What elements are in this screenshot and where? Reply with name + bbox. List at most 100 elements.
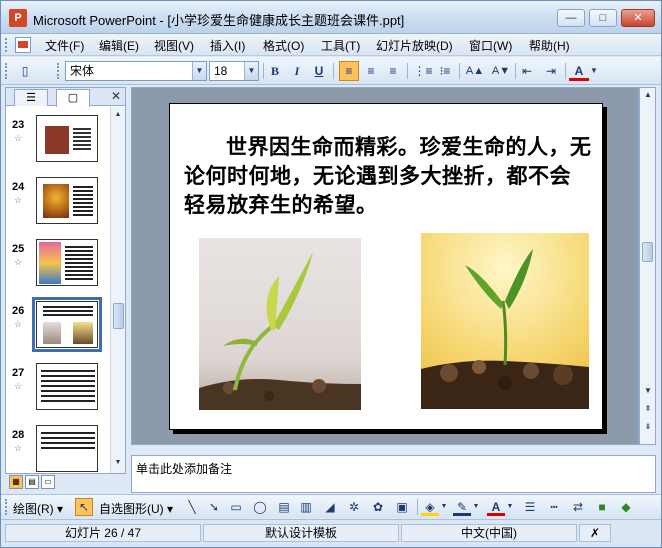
seedling-photo-right[interactable] xyxy=(421,233,589,409)
slide-thumbnail-23[interactable] xyxy=(36,115,98,162)
menu-format[interactable]: 格式(O) xyxy=(263,37,304,54)
pane-tabs: ☰ ▢ ✕ xyxy=(6,88,125,107)
slide-thumbnail-28[interactable] xyxy=(36,425,98,472)
autoshapes-menu-button[interactable]: 自选图形(U) ▾ xyxy=(99,500,173,517)
align-left-button[interactable]: ≡ xyxy=(339,61,359,81)
align-center-button[interactable]: ≡ xyxy=(361,61,381,81)
spelling-check-icon[interactable]: ✗ xyxy=(579,524,611,542)
new-document-icon[interactable]: ▯ xyxy=(15,61,35,81)
select-objects-icon[interactable]: ↖ xyxy=(75,498,93,516)
toolbar-grip-handle-2[interactable] xyxy=(57,63,60,79)
clip-art-icon[interactable]: ✿ xyxy=(369,498,387,516)
scrollbar-thumb[interactable] xyxy=(113,303,124,329)
close-button[interactable]: ✕ xyxy=(621,9,655,27)
menu-bar: 文件(F) 编辑(E) 视图(V) 插入(I) 格式(O) 工具(T) 幻灯片放… xyxy=(1,34,661,56)
align-right-button[interactable]: ≡ xyxy=(383,61,403,81)
slide-counter: 幻灯片 26 / 47 xyxy=(5,524,201,542)
tab-outline[interactable]: ☰ xyxy=(14,89,48,106)
line-color-icon[interactable]: ✎ xyxy=(453,498,471,516)
scroll-down-icon[interactable]: ▼ xyxy=(112,457,124,469)
font-color-icon[interactable]: A xyxy=(487,498,505,516)
wordart-icon[interactable]: ◢ xyxy=(321,498,339,516)
rectangle-icon[interactable]: ▭ xyxy=(227,498,245,516)
slide-sorter-view-icon[interactable]: ▤ xyxy=(25,475,39,489)
chevron-down-icon[interactable]: ▼ xyxy=(505,498,515,516)
slide-thumbnail-25[interactable] xyxy=(36,239,98,286)
grow-font-button[interactable]: A▲ xyxy=(463,61,487,81)
italic-button[interactable]: I xyxy=(287,61,307,81)
tab-slides[interactable]: ▢ xyxy=(56,89,90,107)
slide-thumbnail-26[interactable] xyxy=(32,297,102,352)
menu-window[interactable]: 窗口(W) xyxy=(469,37,512,54)
slide-thumbnail-24[interactable] xyxy=(36,177,98,224)
chevron-down-icon[interactable]: ▼ xyxy=(471,498,481,516)
3d-style-icon[interactable]: ◆ xyxy=(617,498,635,516)
toolbar-separator xyxy=(407,63,408,79)
insert-picture-icon[interactable]: ▣ xyxy=(393,498,411,516)
font-color-button[interactable]: A xyxy=(569,61,589,81)
toolbar-grip-handle[interactable] xyxy=(5,499,8,515)
bold-button[interactable]: B xyxy=(265,61,285,81)
slide-thumbnail-27[interactable] xyxy=(36,363,98,410)
notes-pane[interactable]: 单击此处添加备注 xyxy=(131,455,656,493)
menu-view[interactable]: 视图(V) xyxy=(154,37,194,54)
toolbar-grip-handle[interactable] xyxy=(5,63,8,79)
vertical-textbox-icon[interactable]: ▥ xyxy=(297,498,315,516)
slide-scrollbar[interactable]: ▲ ▼ ⇞ ⇟ xyxy=(639,87,656,445)
menu-file[interactable]: 文件(F) xyxy=(45,37,84,54)
toolbar-separator xyxy=(333,63,334,79)
bullets-button[interactable]: ⁝≡ xyxy=(435,61,455,81)
menu-tools[interactable]: 工具(T) xyxy=(321,37,360,54)
font-name-value: 宋体 xyxy=(70,64,95,78)
textbox-icon[interactable]: ▤ xyxy=(275,498,293,516)
menu-edit[interactable]: 编辑(E) xyxy=(99,37,139,54)
normal-view-icon[interactable]: ▦ xyxy=(9,475,23,489)
increase-indent-button[interactable]: ⇥ xyxy=(541,61,561,81)
minimize-button[interactable]: — xyxy=(557,9,585,27)
chevron-down-icon[interactable]: ▼ xyxy=(192,62,206,80)
thumbnail-scrollbar[interactable]: ▲ ▼ xyxy=(110,107,125,473)
shrink-font-button[interactable]: A▼ xyxy=(489,61,513,81)
toolbar-separator xyxy=(263,63,264,79)
maximize-button[interactable]: □ xyxy=(589,9,617,27)
previous-slide-icon[interactable]: ⇞ xyxy=(642,404,654,414)
shadow-style-icon[interactable]: ■ xyxy=(593,498,611,516)
chevron-down-icon[interactable]: ▼ xyxy=(439,498,449,516)
font-name-select[interactable]: 宋体 ▼ xyxy=(65,61,207,81)
underline-button[interactable]: U xyxy=(309,61,329,81)
fill-color-icon[interactable]: ◈ xyxy=(421,498,439,516)
dash-style-icon[interactable]: ┅ xyxy=(545,498,563,516)
slide-body-text[interactable]: 世界因生命而精彩。珍爱生命的人，无论何时何地，无论遇到多大挫折，都不会轻易放弃生… xyxy=(184,132,592,219)
font-size-select[interactable]: 18 ▼ xyxy=(209,61,259,81)
chevron-down-icon[interactable]: ▼ xyxy=(244,62,258,80)
seedling-illustration xyxy=(199,252,361,410)
numbering-button[interactable]: ⋮≡ xyxy=(413,61,433,81)
line-style-icon[interactable]: ☰ xyxy=(521,498,539,516)
menu-slideshow[interactable]: 幻灯片放映(D) xyxy=(376,37,453,54)
next-slide-icon[interactable]: ⇟ xyxy=(642,422,654,432)
slideshow-view-icon[interactable]: ▭ xyxy=(41,475,55,489)
decrease-indent-button[interactable]: ⇤ xyxy=(517,61,537,81)
scroll-down-icon[interactable]: ▼ xyxy=(642,386,654,396)
close-icon[interactable]: ✕ xyxy=(111,89,121,103)
powerpoint-app-icon[interactable]: P xyxy=(9,9,27,27)
arrow-icon[interactable]: ➘ xyxy=(205,498,223,516)
thumbnail-text-block xyxy=(65,246,93,280)
scrollbar-thumb[interactable] xyxy=(642,242,653,262)
diagram-icon[interactable]: ✲ xyxy=(345,498,363,516)
draw-menu-button[interactable]: 绘图(R) ▾ xyxy=(13,500,63,517)
slide-canvas[interactable]: 世界因生命而精彩。珍爱生命的人，无论何时何地，无论遇到多大挫折，都不会轻易放弃生… xyxy=(169,103,603,430)
menu-grip-handle[interactable] xyxy=(5,38,8,52)
menu-help[interactable]: 帮助(H) xyxy=(529,37,570,54)
menu-insert[interactable]: 插入(I) xyxy=(210,37,245,54)
scroll-up-icon[interactable]: ▲ xyxy=(112,109,124,121)
toolbar-separator xyxy=(565,63,566,79)
line-icon[interactable]: ╲ xyxy=(183,498,201,516)
chevron-down-icon[interactable]: ▼ xyxy=(589,61,599,81)
seedling-photo-left[interactable] xyxy=(199,238,361,410)
arrow-style-icon[interactable]: ⇄ xyxy=(569,498,587,516)
design-template-label[interactable]: 默认设计模板 xyxy=(203,524,399,542)
document-icon[interactable] xyxy=(15,37,31,53)
scroll-up-icon[interactable]: ▲ xyxy=(642,90,654,100)
oval-icon[interactable]: ◯ xyxy=(251,498,269,516)
